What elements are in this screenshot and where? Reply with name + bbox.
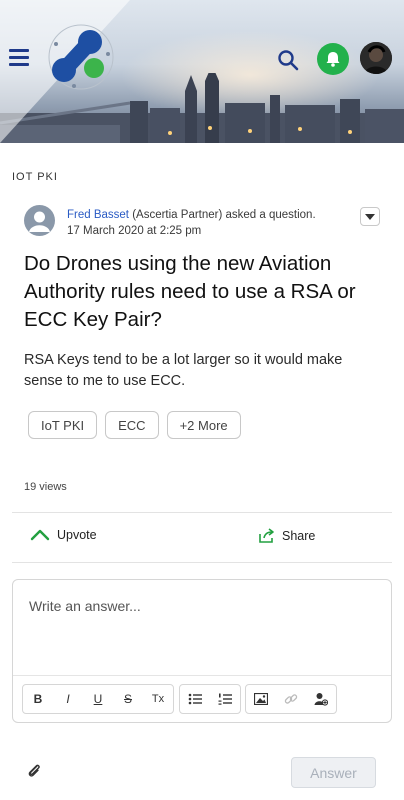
- answer-input-placeholder[interactable]: Write an answer...: [29, 598, 141, 614]
- list-group: [179, 684, 241, 714]
- user-photo-icon: [360, 42, 392, 74]
- author-name-link[interactable]: Fred Basset: [67, 209, 129, 221]
- insert-link-button[interactable]: [276, 685, 306, 713]
- numbered-list-icon: [218, 693, 232, 705]
- answer-editor[interactable]: Write an answer... B I U S Tx: [12, 579, 392, 723]
- divider: [12, 562, 392, 563]
- bulleted-list-icon: [188, 693, 202, 705]
- strikethrough-button[interactable]: S: [113, 685, 143, 713]
- bold-button[interactable]: B: [23, 685, 53, 713]
- share-icon: [259, 528, 274, 543]
- link-icon: [284, 694, 298, 704]
- text-format-group: B I U S Tx: [22, 684, 174, 714]
- bell-icon: [326, 52, 340, 67]
- divider: [12, 512, 392, 513]
- image-icon: [254, 693, 268, 705]
- tag-iot-pki[interactable]: IoT PKI: [28, 411, 98, 439]
- question-body: RSA Keys tend to be a lot larger so it w…: [24, 352, 343, 389]
- topic-tags: IoT PKI ECC +2 More: [28, 411, 241, 439]
- insert-image-button[interactable]: [246, 685, 276, 713]
- author-role: (Ascertia Partner) asked a question.: [132, 209, 316, 221]
- hamburger-menu-icon[interactable]: [9, 49, 29, 67]
- user-avatar[interactable]: [360, 42, 392, 74]
- question-title: Do Drones using the new Aviation Authori…: [24, 252, 356, 331]
- numbered-list-button[interactable]: [210, 685, 240, 713]
- tag-ecc[interactable]: ECC: [105, 411, 159, 439]
- upvote-label: Upvote: [57, 528, 97, 542]
- search-icon[interactable]: [277, 49, 299, 71]
- author-line: Fred Basset (Ascertia Partner) asked a q…: [67, 207, 357, 223]
- insert-group: [245, 684, 337, 714]
- caret-down-icon: [365, 213, 375, 220]
- default-user-icon: [29, 211, 50, 232]
- paperclip-icon[interactable]: [26, 762, 44, 780]
- ascertia-logo[interactable]: [46, 22, 116, 92]
- question-meta: Fred Basset (Ascertia Partner) asked a q…: [67, 207, 357, 239]
- add-user-icon: [314, 693, 328, 706]
- clear-format-button[interactable]: Tx: [143, 685, 173, 713]
- tag-more[interactable]: +2 More: [166, 411, 241, 439]
- question-date: 17 March 2020 at 2:25 pm: [67, 225, 202, 237]
- share-label: Share: [282, 528, 316, 543]
- bulleted-list-button[interactable]: [180, 685, 210, 713]
- mention-user-button[interactable]: [306, 685, 336, 713]
- underline-button[interactable]: U: [83, 685, 113, 713]
- view-count: 19 views: [24, 481, 67, 493]
- author-avatar[interactable]: [24, 205, 55, 236]
- submit-answer-button[interactable]: Answer: [291, 757, 376, 788]
- chevron-up-icon: [30, 529, 50, 541]
- notifications-button[interactable]: [317, 43, 349, 75]
- share-button[interactable]: Share: [259, 528, 315, 543]
- question-options-button[interactable]: [360, 207, 380, 226]
- upvote-button[interactable]: Upvote: [30, 528, 97, 542]
- category-label[interactable]: IOT PKI: [12, 171, 58, 183]
- toolbar-divider: [13, 675, 391, 676]
- italic-button[interactable]: I: [53, 685, 83, 713]
